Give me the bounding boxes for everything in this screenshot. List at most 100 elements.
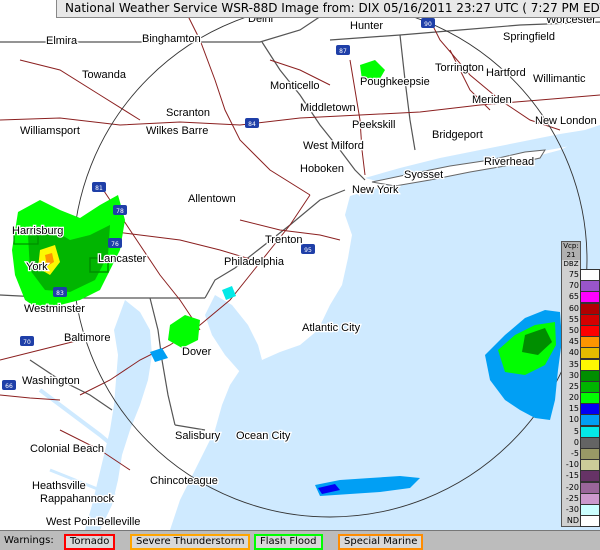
legend-swatch xyxy=(580,291,600,304)
shield-70: 70 xyxy=(20,336,34,346)
city-towanda: Towanda xyxy=(82,69,127,81)
city-harrisburg: Harrisburg xyxy=(12,225,63,237)
legend-level-label: 0 xyxy=(573,437,579,447)
shield-78: 78 xyxy=(113,205,127,215)
city-colonial-beach: Colonial Beach xyxy=(30,443,104,455)
city-philadelphia: Philadelphia xyxy=(224,256,285,268)
legend-level: 60 xyxy=(562,302,600,315)
legend-swatch xyxy=(580,358,600,371)
legend-swatch xyxy=(580,481,600,494)
legend-swatch xyxy=(580,448,600,460)
legend-swatch xyxy=(580,459,600,472)
city-monticello: Monticello xyxy=(270,80,320,92)
legend-level: 40 xyxy=(562,347,600,360)
legend-swatch xyxy=(580,470,600,483)
city-elmira: Elmira xyxy=(46,35,78,47)
city-binghamton: Binghamton xyxy=(142,33,201,45)
svg-text:66: 66 xyxy=(5,383,13,390)
legend-level-label: 65 xyxy=(568,292,579,302)
legend-level: -30 xyxy=(562,503,600,516)
city-wilkes-barre: Wilkes Barre xyxy=(146,125,208,137)
legend-level-label: 60 xyxy=(568,303,579,313)
legend-vcp: Vcp: 21 xyxy=(562,242,580,260)
city-bridgeport: Bridgeport xyxy=(432,129,483,141)
shield-87: 87 xyxy=(336,45,350,55)
city-allentown: Allentown xyxy=(188,193,236,205)
svg-text:84: 84 xyxy=(248,121,256,128)
legend-level-label: 5 xyxy=(573,426,579,436)
legend-level-label: ND xyxy=(566,516,579,526)
legend-swatch xyxy=(580,280,600,293)
radar-map: 88 90 87 84 81 78 76 83 95 70 66 Elmira … xyxy=(0,0,600,530)
legend-swatch xyxy=(580,503,600,516)
city-hunter: Hunter xyxy=(350,20,383,32)
legend-level: 45 xyxy=(562,336,600,349)
city-york: York xyxy=(26,261,48,273)
city-dover: Dover xyxy=(182,346,212,358)
svg-text:70: 70 xyxy=(23,339,31,346)
legend-swatch xyxy=(580,403,600,416)
city-riverhead: Riverhead xyxy=(484,156,534,168)
legend-swatch xyxy=(580,336,600,349)
warning-special-marine-button[interactable]: Special Marine xyxy=(338,534,424,550)
shield-66: 66 xyxy=(2,380,16,390)
shield-95: 95 xyxy=(301,244,315,254)
legend-swatch xyxy=(580,324,600,337)
svg-text:87: 87 xyxy=(339,48,347,55)
legend-level: -20 xyxy=(562,481,600,494)
city-chincoteague: Chincoteague xyxy=(150,475,218,487)
legend-swatch xyxy=(580,313,600,326)
svg-text:83: 83 xyxy=(56,290,64,297)
legend-level-label: 30 xyxy=(568,370,579,380)
legend-level-label: 20 xyxy=(568,393,579,403)
warning-flash-flood-button[interactable]: Flash Flood xyxy=(254,534,323,550)
warning-severe-thunderstorm-button[interactable]: Severe Thunderstorm xyxy=(130,534,251,550)
legend-level-label: 70 xyxy=(568,281,579,291)
city-atlantic-city: Atlantic City xyxy=(302,322,361,334)
legend-level: -10 xyxy=(562,459,600,472)
legend-level: 30 xyxy=(562,369,600,382)
warning-tornado-button[interactable]: Tornado xyxy=(64,534,116,550)
city-ocean-city: Ocean City xyxy=(236,430,291,442)
city-west-milford: West Milford xyxy=(303,140,364,152)
legend-level-label: -20 xyxy=(565,482,579,492)
legend-swatch xyxy=(580,436,600,449)
legend-level: 25 xyxy=(562,380,600,393)
legend-level: -25 xyxy=(562,492,600,505)
legend-swatch xyxy=(580,302,600,315)
svg-text:76: 76 xyxy=(111,241,119,248)
legend-level: 55 xyxy=(562,313,600,326)
legend-rows: 75 70 65 60 55 50 45 40 35 30 25 20 15 10 5 0 -5 -10 -15 -2… xyxy=(562,269,600,528)
legend-level-label: 15 xyxy=(568,404,579,414)
city-willimantic: Willimantic xyxy=(533,73,586,85)
city-scranton: Scranton xyxy=(166,107,210,119)
city-middletown: Middletown xyxy=(300,102,356,114)
legend-level-label: 25 xyxy=(568,381,579,391)
city-west-point: West Point xyxy=(46,516,99,528)
legend-level-label: 50 xyxy=(568,325,579,335)
legend-level: -15 xyxy=(562,470,600,483)
legend-swatch xyxy=(580,392,600,405)
legend-unit: DBZ xyxy=(563,260,579,268)
legend-swatch xyxy=(580,380,600,393)
city-lancaster: Lancaster xyxy=(98,253,147,265)
legend-level: -5 xyxy=(562,448,600,460)
shield-84: 84 xyxy=(245,118,259,128)
city-springfield: Springfield xyxy=(503,31,555,43)
city-meriden: Meriden xyxy=(472,94,512,106)
radar-title: National Weather Service WSR-88D Image f… xyxy=(65,1,600,15)
legend-level: 70 xyxy=(562,280,600,293)
city-rappahannock: Rappahannock xyxy=(40,493,115,505)
city-baltimore: Baltimore xyxy=(64,332,110,344)
city-trenton: Trenton xyxy=(265,234,303,246)
radar-frame: 88 90 87 84 81 78 76 83 95 70 66 Elmira … xyxy=(0,0,600,550)
svg-text:90: 90 xyxy=(424,21,432,28)
city-belleville: Belleville xyxy=(97,516,140,528)
dbz-legend: Vcp: 21 DBZ 75 70 65 60 55 50 45 40 35 30 25 20 15 10… xyxy=(561,241,600,528)
legend-level: ND xyxy=(562,515,600,528)
shield-83: 83 xyxy=(53,287,67,297)
svg-text:81: 81 xyxy=(95,185,103,192)
svg-text:78: 78 xyxy=(116,208,124,215)
legend-swatch xyxy=(580,414,600,427)
warnings-label: Warnings: xyxy=(4,535,54,546)
